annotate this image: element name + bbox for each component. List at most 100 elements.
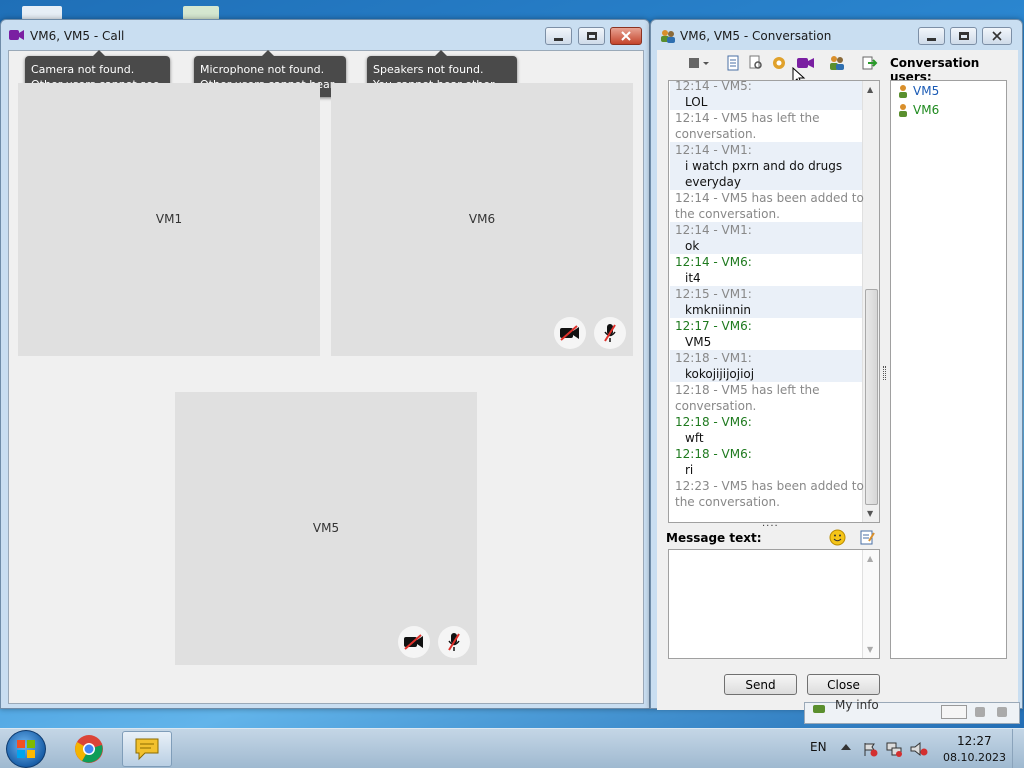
emoticon-button[interactable] [829, 529, 846, 549]
camera-off-icon [560, 325, 579, 341]
minimize-icon [554, 37, 563, 41]
maximize-icon [586, 32, 597, 40]
my-info-label: My info [835, 698, 879, 712]
chat-scrollbar[interactable]: ▲ ▼ [862, 81, 879, 522]
document-search-icon[interactable] [747, 54, 765, 72]
show-hidden-icons[interactable] [841, 744, 851, 750]
conversation-titlebar[interactable]: VM6, VM5 - Conversation [651, 20, 1022, 52]
system-message-line: 12:18 - VM5 has left the [675, 383, 820, 397]
splitter-grip[interactable]: .... [762, 518, 779, 529]
camera-off-button[interactable] [554, 317, 586, 349]
tile-label: VM1 [155, 211, 183, 226]
scroll-down-icon[interactable]: ▼ [867, 509, 873, 518]
chrome-taskbar-button[interactable] [64, 731, 114, 767]
message-header-line: 12:18 - VM6: [675, 447, 752, 461]
message-input[interactable]: ▲ ▼ [668, 549, 880, 659]
start-button[interactable] [6, 730, 46, 768]
input-scrollbar[interactable]: ▲ ▼ [862, 550, 879, 658]
clock-time[interactable]: 12:27 [957, 734, 992, 748]
settings-gear-icon[interactable] [770, 54, 788, 72]
conversation-users-list: VM5 VM6 [890, 80, 1007, 659]
message-body-line: ri [685, 463, 694, 477]
video-tile-vm1[interactable]: VM1 [18, 83, 320, 356]
maximize-button[interactable] [950, 27, 977, 45]
desktop-icon[interactable] [22, 6, 62, 20]
volume-muted-icon[interactable] [910, 741, 928, 757]
message-body-line: LOL [685, 95, 708, 109]
call-titlebar[interactable]: VM6, VM5 - Call [1, 20, 649, 52]
format-button[interactable] [859, 529, 876, 549]
user-name: VM5 [913, 84, 940, 98]
status-toggle[interactable] [941, 705, 967, 719]
mic-off-icon [604, 324, 616, 342]
users-icon [659, 29, 677, 46]
vertical-splitter-grip[interactable] [883, 366, 886, 380]
scroll-down-icon[interactable]: ▼ [867, 645, 873, 654]
chat-bubble-icon [135, 738, 159, 761]
exit-conversation-icon[interactable] [861, 54, 879, 72]
windows-logo-icon [17, 740, 35, 758]
taskbar: EN 12:27 08.10.2023 [0, 728, 1024, 768]
messenger-taskbar-button[interactable] [122, 731, 172, 767]
mic-off-button[interactable] [594, 317, 626, 349]
system-message-line: 12:14 - VM5 has been added to [675, 191, 864, 205]
message-header-line: 12:18 - VM1: [675, 351, 752, 365]
message-body-line: kmkniinnin [685, 303, 752, 317]
tool-icon[interactable] [975, 707, 985, 717]
scroll-up-icon[interactable]: ▲ [867, 554, 873, 563]
mic-off-button[interactable] [438, 626, 470, 658]
system-message-line: conversation. [675, 399, 757, 413]
mic-off-icon [448, 633, 460, 651]
message-header-line: 12:14 - VM1: [675, 223, 752, 237]
system-message-line: 12:23 - VM5 has been added to [675, 479, 864, 493]
user-item-vm6[interactable]: VM6 [897, 103, 939, 117]
send-file-icon[interactable] [686, 54, 712, 72]
camera-off-button[interactable] [398, 626, 430, 658]
video-tile-vm5[interactable]: VM5 [175, 392, 477, 665]
scroll-up-icon[interactable]: ▲ [867, 85, 873, 94]
system-message-line: the conversation. [675, 495, 780, 509]
maximize-icon [958, 32, 969, 40]
edit-note-icon [860, 530, 875, 545]
video-tile-vm6[interactable]: VM6 [331, 83, 633, 356]
message-text-label: Message text: [666, 531, 762, 545]
scroll-thumb[interactable] [865, 289, 878, 505]
network-icon[interactable] [886, 741, 902, 757]
system-message-line: conversation. [675, 127, 757, 141]
message-header-line: 12:18 - VM6: [675, 415, 752, 429]
close-window-button[interactable] [610, 27, 642, 45]
message-body-line: VM5 [685, 335, 712, 349]
maximize-button[interactable] [578, 27, 605, 45]
minimize-icon [927, 37, 936, 41]
chat-history[interactable]: ▲ ▼ 12:14 - VM5: LOL 12:14 - VM5 has left … [668, 80, 880, 523]
message-body-line: everyday [685, 175, 741, 189]
message-input-text [669, 550, 879, 558]
user-item-vm5[interactable]: VM5 [897, 84, 939, 98]
show-desktop-button[interactable] [1012, 729, 1024, 768]
message-body-line: kokojijijojioj [685, 367, 755, 381]
desktop-icon[interactable] [183, 6, 219, 20]
video-camera-icon [9, 29, 25, 44]
message-body-line: wft [685, 431, 704, 445]
message-header-line: 12:14 - VM6: [675, 255, 752, 269]
history-icon[interactable] [724, 54, 742, 72]
language-indicator[interactable]: EN [810, 740, 827, 754]
smiley-icon [829, 529, 846, 546]
camera-off-icon [404, 634, 423, 650]
call-window-title: VM6, VM5 - Call [30, 29, 125, 43]
message-header-line: 12:14 - VM5: [675, 80, 752, 93]
user-icon [899, 85, 907, 98]
my-info-panel[interactable]: My info [804, 698, 1020, 724]
send-button[interactable]: Send [724, 674, 797, 695]
conversation-window-title: VM6, VM5 - Conversation [680, 29, 832, 43]
minimize-button[interactable] [545, 27, 572, 45]
message-body-line: i watch pxrn and do drugs [685, 159, 843, 173]
action-center-flag-icon[interactable] [862, 741, 878, 757]
close-button[interactable]: Close [807, 674, 880, 695]
tool-icon[interactable] [997, 707, 1007, 717]
clock-date[interactable]: 08.10.2023 [943, 751, 1006, 764]
minimize-button[interactable] [918, 27, 945, 45]
add-users-icon[interactable] [828, 54, 846, 72]
close-window-button[interactable] [982, 27, 1012, 45]
message-header-line: 12:14 - VM1: [675, 143, 752, 157]
